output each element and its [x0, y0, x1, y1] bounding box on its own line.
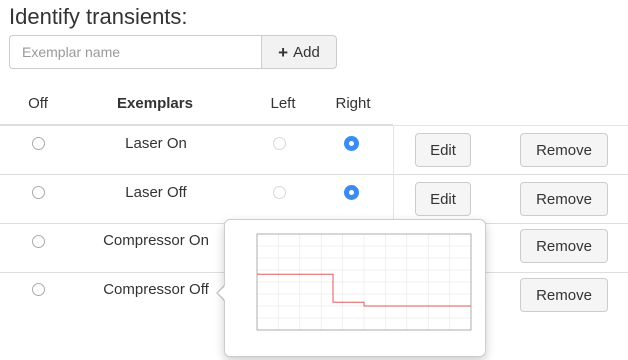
header-left: Left: [270, 95, 296, 112]
exemplar-name: Laser Off: [125, 184, 187, 201]
header-exemplars: Exemplars: [117, 95, 193, 112]
chart-grid: [257, 234, 471, 330]
radio-off[interactable]: [32, 283, 45, 296]
header-right: Right: [335, 95, 371, 112]
add-button[interactable]: + Add: [261, 35, 337, 69]
exemplar-name: Compressor On: [103, 232, 209, 249]
radio-off[interactable]: [32, 235, 45, 248]
exemplar-preview-popover: [224, 219, 486, 357]
radio-right-selected[interactable]: [344, 185, 359, 200]
header-off: Off: [28, 95, 48, 112]
edit-button[interactable]: Edit: [415, 182, 471, 216]
edit-button[interactable]: Edit: [415, 133, 471, 167]
add-button-label: Add: [293, 43, 320, 61]
radio-off[interactable]: [32, 137, 45, 150]
row-divider: [393, 125, 628, 126]
remove-button[interactable]: Remove: [520, 182, 608, 216]
radio-left[interactable]: [273, 137, 286, 150]
row-divider: [0, 174, 628, 175]
popover-arrow-inner: [218, 285, 226, 301]
radio-left[interactable]: [273, 186, 286, 199]
exemplar-name: Compressor Off: [103, 281, 209, 298]
radio-off[interactable]: [32, 186, 45, 199]
plus-icon: +: [278, 42, 289, 62]
radio-right-selected[interactable]: [344, 136, 359, 151]
remove-button[interactable]: Remove: [520, 278, 608, 312]
exemplar-preview-chart: [256, 233, 472, 331]
header-divider: [0, 124, 393, 126]
remove-button[interactable]: Remove: [520, 229, 608, 263]
remove-button[interactable]: Remove: [520, 133, 608, 167]
exemplar-name: Laser On: [125, 135, 187, 152]
page-title: Identify transients:: [9, 4, 188, 29]
exemplar-name-input[interactable]: [9, 35, 261, 69]
